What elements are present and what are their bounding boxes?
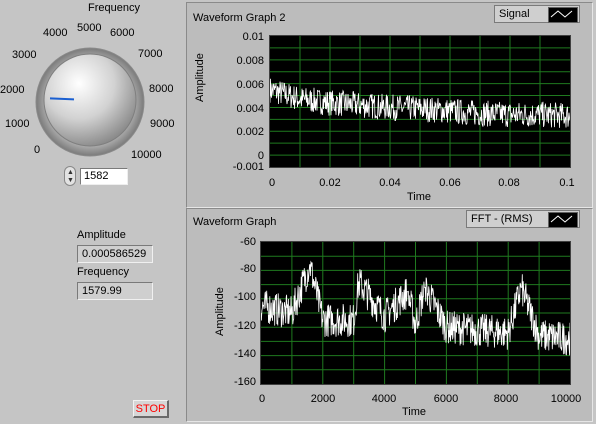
- knob-label: Frequency: [88, 2, 140, 14]
- graph2-xtick: 6000: [433, 393, 459, 405]
- graph1-ytick: 0.004: [236, 103, 264, 115]
- graph1-ylabel: Amplitude: [194, 53, 206, 102]
- graph1-legend-label: Signal: [499, 8, 530, 20]
- graph1-xtick: 0.02: [319, 177, 341, 189]
- graph2-legend-swatch: [548, 212, 578, 228]
- graph2-legend-label: FFT - (RMS): [471, 213, 533, 225]
- graph1-title: Waveform Graph 2: [193, 12, 286, 24]
- amplitude-indicator: 0.000586529: [77, 245, 153, 263]
- graph1-ytick: -0.001: [232, 161, 264, 173]
- graph2-ytick: -120: [233, 320, 256, 332]
- graph1-legend[interactable]: Signal: [494, 5, 580, 23]
- graph2-xtick: 8000: [493, 393, 519, 405]
- knob-scale-5000: 5000: [77, 22, 102, 34]
- graph2-ytick: -80: [240, 263, 256, 275]
- graph1-xlabel: Time: [407, 191, 432, 203]
- graph1-legend-swatch: [548, 7, 578, 23]
- graph1-ytick: 0.01: [242, 31, 264, 43]
- graph2-plot-area[interactable]: [260, 241, 571, 385]
- graph2-grid: [261, 242, 570, 384]
- knob-pointer: [49, 97, 75, 101]
- graph1-plot-area[interactable]: [269, 35, 571, 168]
- frequency-indicator-label: Frequency: [77, 266, 129, 278]
- stop-button[interactable]: STOP: [133, 400, 169, 418]
- graph1-xtick: 0.04: [379, 177, 401, 189]
- frequency-numeric-input[interactable]: 1582: [80, 168, 128, 185]
- graph1-ytick: 0.006: [236, 79, 264, 91]
- amplitude-indicator-label: Amplitude: [77, 229, 126, 241]
- graph2-legend[interactable]: FFT - (RMS): [466, 210, 580, 228]
- graph2-xlabel: Time: [402, 406, 427, 418]
- graph2-ytick: -140: [233, 348, 256, 360]
- graph1-xtick: 0: [268, 177, 276, 189]
- frequency-indicator: 1579.99: [77, 282, 153, 300]
- graph1-ytick: 0.002: [236, 126, 264, 138]
- graph2-title: Waveform Graph: [193, 216, 277, 228]
- graph2-ytick: -160: [233, 376, 256, 388]
- graph2-xtick: 0: [258, 393, 266, 405]
- graph1-xtick: 0.1: [559, 177, 575, 189]
- graph2-ytick: -100: [233, 291, 256, 303]
- graph1-ytick: 0.008: [236, 55, 264, 67]
- frequency-knob[interactable]: [20, 34, 160, 174]
- graph2-xtick: 2000: [310, 393, 336, 405]
- graph2-ytick: -60: [240, 236, 256, 248]
- graph2-xtick: 10000: [550, 393, 582, 405]
- graph1-xtick: 0.06: [439, 177, 461, 189]
- graph1-xtick: 0.08: [498, 177, 520, 189]
- graph2-xtick: 4000: [371, 393, 397, 405]
- frequency-increment-decrement[interactable]: ▲ ▼: [64, 166, 76, 186]
